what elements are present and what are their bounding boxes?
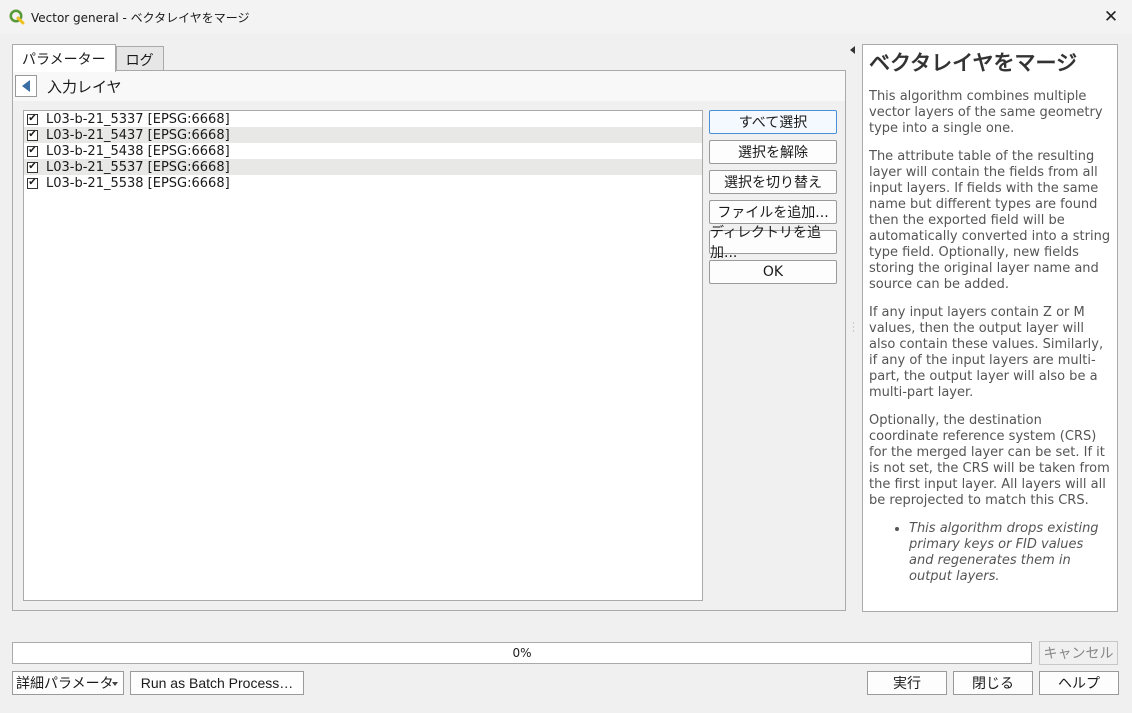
layer-label: L03-b-21_5437 [EPSG:6668] (46, 127, 230, 143)
help-paragraph: This algorithm combines multiple vector … (869, 89, 1103, 136)
layer-checkbox[interactable]: ✔ (27, 129, 38, 141)
tab-label: パラメーター (22, 51, 106, 68)
progress-bar: 0% (12, 642, 1032, 664)
tab-label: ログ (125, 52, 154, 69)
back-button[interactable] (15, 75, 37, 97)
help-paragraph: If any input layers contain Z or M value… (869, 305, 1104, 400)
layer-label: L03-b-21_5438 [EPSG:6668] (46, 143, 230, 159)
close-button[interactable]: 閉じる (953, 671, 1033, 695)
triangle-left-icon (22, 80, 30, 92)
select-all-button[interactable]: すべて選択 (709, 110, 837, 134)
close-icon: ✕ (1103, 7, 1119, 27)
progress-text: 0% (512, 646, 532, 660)
close-window-button[interactable]: ✕ (1100, 6, 1122, 28)
ok-button[interactable]: OK (709, 260, 837, 284)
cancel-button[interactable]: キャンセル (1039, 641, 1118, 665)
layer-checkbox[interactable]: ✔ (27, 161, 38, 173)
toggle-selection-button[interactable]: 選択を切り替え (709, 170, 837, 194)
panel-header: 入力レイヤ (13, 71, 845, 101)
title-bar: Vector general - ベクタレイヤをマージ ✕ (0, 0, 1132, 34)
input-layers-list[interactable]: ✔ L03-b-21_5337 [EPSG:6668] ✔ L03-b-21_5… (23, 110, 703, 601)
add-file-button[interactable]: ファイルを追加... (709, 200, 837, 224)
list-item[interactable]: ✔ L03-b-21_5538 [EPSG:6668] (24, 175, 702, 191)
list-item[interactable]: ✔ L03-b-21_5537 [EPSG:6668] (24, 159, 702, 175)
layer-checkbox[interactable]: ✔ (27, 113, 38, 125)
help-bullet-list: This algorithm drops existing primary ke… (869, 521, 1111, 585)
help-bullet: This algorithm drops existing primary ke… (909, 521, 1111, 585)
deselect-all-button[interactable]: 選択を解除 (709, 140, 837, 164)
help-panel: ベクタレイヤをマージ This algorithm combines multi… (862, 44, 1118, 612)
layer-label: L03-b-21_5537 [EPSG:6668] (46, 159, 230, 175)
list-item[interactable]: ✔ L03-b-21_5437 [EPSG:6668] (24, 127, 702, 143)
layer-label: L03-b-21_5538 [EPSG:6668] (46, 175, 230, 191)
tab-parameters[interactable]: パラメーター (12, 44, 116, 72)
run-button[interactable]: 実行 (867, 671, 947, 695)
collapse-help-arrow-icon[interactable] (849, 44, 857, 54)
help-title: ベクタレイヤをマージ (869, 51, 1078, 75)
layer-label: L03-b-21_5337 [EPSG:6668] (46, 111, 230, 127)
run-batch-process-button[interactable]: Run as Batch Process… (130, 671, 304, 695)
add-directory-button[interactable]: ディレクトリを追加... (709, 225, 837, 261)
tab-log[interactable]: ログ (115, 46, 164, 72)
help-paragraph: The attribute table of the resulting lay… (869, 149, 1111, 292)
help-paragraph: Optionally, the destination coordinate r… (869, 413, 1110, 508)
chevron-down-icon (112, 682, 118, 686)
advanced-parameters-dropdown[interactable]: 詳細パラメータ (12, 671, 124, 695)
dropdown-label: 詳細パラメータ (16, 676, 114, 692)
qgis-logo-icon (9, 9, 25, 25)
tab-bar: パラメーター ログ (12, 44, 164, 72)
layer-checkbox[interactable]: ✔ (27, 177, 38, 189)
help-button[interactable]: ヘルプ (1039, 671, 1119, 695)
parameters-panel: 入力レイヤ ✔ L03-b-21_5337 [EPSG:6668] ✔ L03-… (12, 70, 846, 611)
splitter-grip-icon[interactable]: · · · (852, 320, 856, 337)
window-title: Vector general - ベクタレイヤをマージ (31, 10, 250, 25)
list-item[interactable]: ✔ L03-b-21_5438 [EPSG:6668] (24, 143, 702, 159)
layer-checkbox[interactable]: ✔ (27, 145, 38, 157)
panel-title: 入力レイヤ (47, 77, 122, 96)
list-item[interactable]: ✔ L03-b-21_5337 [EPSG:6668] (24, 111, 702, 127)
